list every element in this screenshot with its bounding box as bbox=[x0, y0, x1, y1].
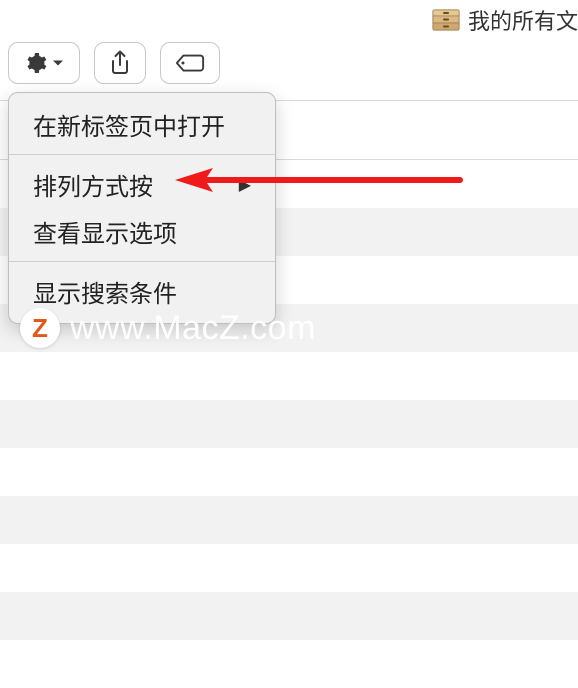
table-row[interactable] bbox=[0, 448, 578, 496]
menu-item-label: 在新标签页中打开 bbox=[33, 107, 225, 142]
menu-separator bbox=[9, 154, 275, 155]
table-row[interactable] bbox=[0, 352, 578, 400]
menu-item-label: 查看显示选项 bbox=[33, 214, 177, 249]
menu-separator bbox=[9, 261, 275, 262]
table-row[interactable] bbox=[0, 400, 578, 448]
share-button[interactable] bbox=[94, 42, 146, 84]
tag-button[interactable] bbox=[160, 42, 220, 84]
table-row[interactable] bbox=[0, 640, 578, 688]
window-title: 我的所有文 bbox=[468, 4, 578, 36]
table-row[interactable] bbox=[0, 496, 578, 544]
table-row[interactable] bbox=[0, 544, 578, 592]
menu-item-view-options[interactable]: 查看显示选项 bbox=[9, 208, 275, 255]
window-title-bar: 我的所有文 bbox=[432, 0, 578, 40]
tag-icon bbox=[175, 52, 205, 74]
menu-item-sort-by[interactable]: 排列方式按 ▶ bbox=[9, 161, 275, 208]
menu-item-label: 排列方式按 bbox=[33, 167, 153, 202]
action-context-menu: 在新标签页中打开 排列方式按 ▶ 查看显示选项 显示搜索条件 bbox=[8, 92, 276, 324]
menu-item-label: 显示搜索条件 bbox=[33, 274, 177, 309]
table-row[interactable] bbox=[0, 592, 578, 640]
gear-icon bbox=[23, 51, 47, 75]
chevron-down-icon bbox=[51, 56, 65, 70]
menu-item-open-new-tab[interactable]: 在新标签页中打开 bbox=[9, 101, 275, 148]
menu-item-show-search-criteria[interactable]: 显示搜索条件 bbox=[9, 268, 275, 315]
toolbar bbox=[8, 42, 220, 84]
share-icon bbox=[109, 50, 131, 76]
submenu-arrow-icon: ▶ bbox=[239, 175, 251, 195]
action-menu-button[interactable] bbox=[8, 42, 80, 84]
all-documents-icon bbox=[432, 9, 460, 31]
